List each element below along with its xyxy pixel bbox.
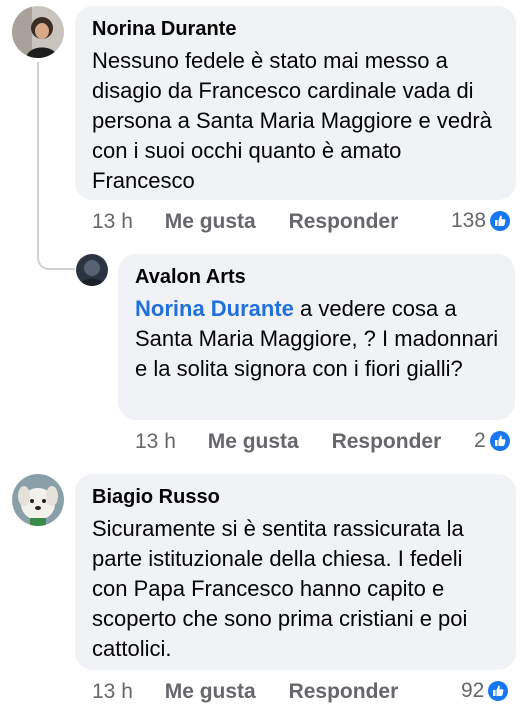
reaction-count[interactable]: 92 [461,679,509,703]
comment-author[interactable]: Biagio Russo [92,484,500,510]
comment-text: Nessuno fedele è stato mai messo a disag… [92,48,492,193]
comment-time[interactable]: 13 h [135,430,176,453]
like-icon [489,431,510,451]
avatar-norina-durante[interactable] [12,6,64,58]
comment-meta: 13 h Me gusta Responder [92,210,398,234]
comment-bubble: Norina Durante Nessuno fedele è stato ma… [75,6,516,200]
mention-link[interactable]: Norina Durante [135,296,294,321]
reaction-count[interactable]: 138 [451,209,511,233]
reaction-count[interactable]: 2 [474,429,510,453]
reaction-number: 138 [451,209,487,232]
avatar-biagio-russo[interactable] [12,474,64,526]
thread-connector [37,62,75,270]
avatar-avalon-arts[interactable] [76,254,108,286]
comment-meta: 13 h Me gusta Responder [135,430,441,454]
reaction-number: 92 [461,679,485,702]
like-button[interactable]: Me gusta [165,210,256,233]
reply-button[interactable]: Responder [289,210,399,233]
comment-meta: 13 h Me gusta Responder [92,680,398,704]
like-button[interactable]: Me gusta [165,680,256,703]
reply-button[interactable]: Responder [289,680,399,703]
like-icon [488,681,509,701]
comment-time[interactable]: 13 h [92,680,133,703]
reply-button[interactable]: Responder [332,430,442,453]
comment-author[interactable]: Avalon Arts [135,264,499,290]
reaction-number: 2 [474,429,486,452]
comment-text: Norina Durante a vedere cosa a Santa Mar… [135,294,499,384]
comment-time[interactable]: 13 h [92,210,133,233]
comment-bubble: Biagio Russo Sicuramente si è sentita ra… [75,474,516,670]
comment-bubble: Avalon Arts Norina Durante a vedere cosa… [118,254,515,420]
comment-author[interactable]: Norina Durante [92,16,500,42]
like-icon [490,211,511,231]
like-button[interactable]: Me gusta [208,430,299,453]
comment-text: Sicuramente si è sentita rassicurata la … [92,516,468,661]
